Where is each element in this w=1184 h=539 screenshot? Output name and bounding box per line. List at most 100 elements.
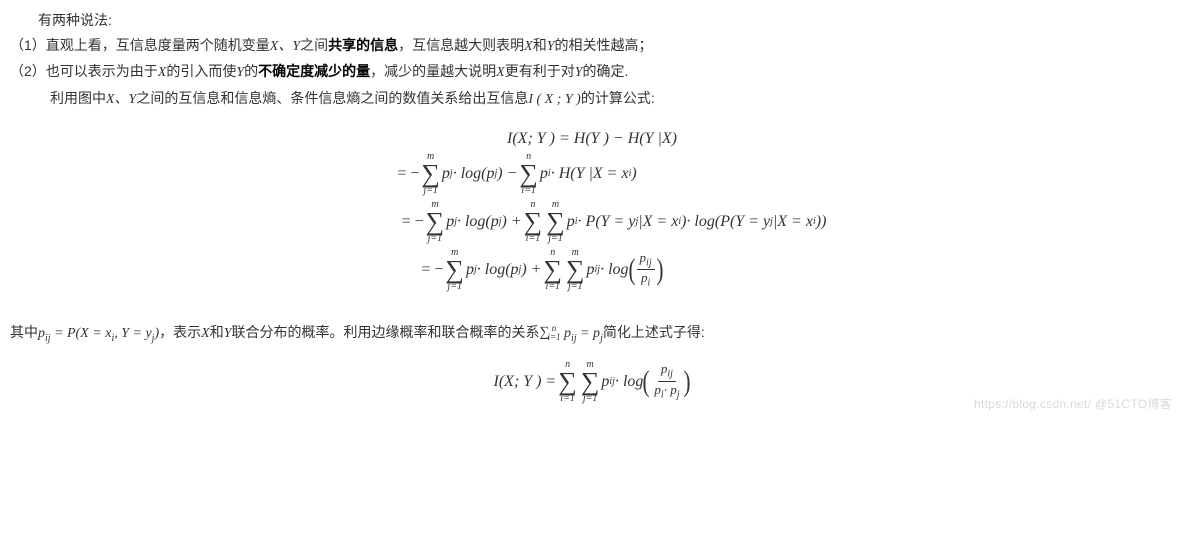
intro-item-2: （2）也可以表示为由于X的引入而使Y的不确定度减少的量，减少的量越大说明X更有利…	[10, 59, 1174, 85]
inline-sum-limits: n i=1	[547, 324, 560, 342]
lead: = −	[421, 261, 443, 279]
t: 之间的互信息和信息熵、条件信息熵之间的数值关系给出互信息	[136, 90, 528, 106]
eq-final: I(X; Y ) = n ∑ i=1 m ∑ j=1 pij· log ( pi…	[10, 360, 1174, 404]
eq-row-1: I(X; Y ) = H(Y ) − H(Y |X)	[10, 130, 1174, 148]
sum-symbol: ∑	[543, 259, 562, 281]
right-paren-icon: )	[656, 255, 663, 285]
ixy-inline: I ( X ; Y )	[528, 92, 581, 107]
left-paren-icon: (	[628, 255, 635, 285]
var-xy: X、Y	[106, 92, 136, 107]
t: ，减少的量越大说明	[370, 63, 496, 79]
sum-symbol: ∑	[558, 371, 577, 393]
t: 和	[210, 324, 224, 340]
t: 利用图中	[50, 90, 106, 106]
sigma-icon: m ∑ j=1	[445, 248, 464, 292]
term: pi· P(Y = yj|X = xi)· log(P(Y = yj|X = x…	[567, 213, 827, 231]
t: 和	[533, 37, 547, 53]
t: ，表示	[159, 324, 201, 340]
t: ，互信息越大则表明	[398, 37, 524, 53]
sum-symbol: ∑	[524, 211, 543, 233]
sigma-icon: m ∑ j=1	[566, 248, 585, 292]
var-x: X	[201, 326, 210, 341]
num-2: （2）	[10, 63, 46, 79]
var-y: Y	[547, 39, 555, 54]
term: pj· log(pj) +	[466, 261, 541, 279]
ixy-lhs: I(X; Y ) =	[494, 373, 557, 391]
right-paren-icon: )	[684, 367, 691, 397]
sigma-icon: m ∑ j=1	[421, 152, 440, 196]
eq1: I(X; Y ) = H(Y ) − H(Y |X)	[507, 130, 677, 148]
t: 其中	[10, 324, 38, 340]
lead: = −	[402, 213, 424, 231]
bold-uncertainty: 不确定度减少的量	[258, 63, 370, 79]
fraction: pij pi	[637, 251, 655, 289]
frac-den: pi· pj	[651, 382, 682, 401]
eq-row-2: = − m ∑ j=1 pj· log(pj) − n ∑ i=1 pi· H(…	[0, 152, 1174, 196]
sum-lower: j=1	[568, 282, 583, 292]
var-y: Y	[575, 65, 583, 80]
sum-symbol: ∑	[421, 163, 440, 185]
sigma-icon: n ∑ i=1	[543, 248, 562, 292]
frac-num: pij	[637, 251, 655, 271]
sum-symbol: ∑	[546, 211, 565, 233]
eq-inline: = P(X = xi, Y = yj)	[51, 326, 160, 341]
sum-body: pij = pj	[561, 326, 603, 341]
sigma-icon: m ∑ j=1	[426, 200, 445, 244]
sigma-icon: n ∑ i=1	[519, 152, 538, 196]
sum-symbol: ∑	[426, 211, 445, 233]
term: pj· log(pj) −	[442, 165, 517, 183]
between-text: 其中pij = P(X = xi, Y = yj)，表示X和Y联合分布的概率。利…	[10, 320, 1174, 348]
sum-lower: j=1	[423, 186, 438, 196]
term: pi· H(Y |X = xi)	[540, 165, 637, 183]
t: 的	[244, 63, 258, 79]
pij: pij	[38, 326, 51, 341]
sigma-icon: m ∑ j=1	[581, 360, 600, 404]
eq-row-4: = − m ∑ j=1 pj· log(pj) + n ∑ i=1 m ∑ j=…	[0, 248, 1174, 292]
sigma-icon: m ∑ j=1	[546, 200, 565, 244]
t: 的引入而使	[166, 63, 236, 79]
sum-symbol: ∑	[445, 259, 464, 281]
formula-block-final: I(X; Y ) = n ∑ i=1 m ∑ j=1 pij· log ( pi…	[10, 360, 1174, 404]
sigma-icon: n ∑ i=1	[524, 200, 543, 244]
t: 也可以表示为由于	[46, 63, 158, 79]
t: 更有利于对	[505, 63, 575, 79]
lead: = −	[397, 165, 419, 183]
t: 之间	[300, 37, 328, 53]
fraction: pij pi· pj	[651, 362, 682, 400]
t: 联合分布的概率。利用边缘概率和联合概率的关系	[231, 324, 539, 340]
sum-symbol: ∑	[519, 163, 538, 185]
bold-shared-info: 共享的信息	[328, 37, 398, 53]
sum-lower: i=1	[526, 234, 541, 244]
var-x: X	[496, 65, 505, 80]
intro-lead: 有两种说法:	[10, 8, 1174, 33]
t: 直观上看，互信息度量两个随机变量	[46, 37, 270, 53]
t: 的相关性越高；	[555, 37, 653, 53]
sum-lower: j=1	[428, 234, 443, 244]
intro-item-3: 利用图中X、Y之间的互信息和信息熵、条件信息熵之间的数值关系给出互信息I ( X…	[10, 86, 1174, 112]
formula-block-main: I(X; Y ) = H(Y ) − H(Y |X) = − m ∑ j=1 p…	[10, 130, 1174, 292]
sum-symbol: ∑	[581, 371, 600, 393]
sum-lower: j=1	[548, 234, 563, 244]
term: pij· log	[601, 373, 643, 391]
t: 的确定.	[583, 63, 629, 79]
eq-row-3: = − m ∑ j=1 pj· log(pj) + n ∑ i=1 m ∑ j=…	[54, 200, 1174, 244]
var-y: Y	[236, 65, 244, 80]
intro-item-1: （1）直观上看，互信息度量两个随机变量X、Y之间共享的信息，互信息越大则表明X和…	[10, 33, 1174, 59]
sum-lower: i=1	[521, 186, 536, 196]
frac-num: pij	[658, 362, 676, 382]
num-1: （1）	[10, 37, 46, 53]
sum-lower: j=1	[583, 394, 598, 404]
frac-den: pi	[638, 270, 653, 289]
left-paren-icon: (	[643, 367, 650, 397]
term: pij· log	[587, 261, 629, 279]
t: 简化上述式子得:	[603, 324, 705, 340]
var-xy: X、Y	[270, 39, 300, 54]
var-x: X	[524, 39, 533, 54]
sum-lower: i=1	[560, 394, 575, 404]
t: 的计算公式:	[581, 90, 655, 106]
sum-symbol: ∑	[566, 259, 585, 281]
term: pj· log(pj) +	[446, 213, 521, 231]
sum-lower: i=1	[545, 282, 560, 292]
sigma-icon: n ∑ i=1	[558, 360, 577, 404]
sum-lower: j=1	[447, 282, 462, 292]
